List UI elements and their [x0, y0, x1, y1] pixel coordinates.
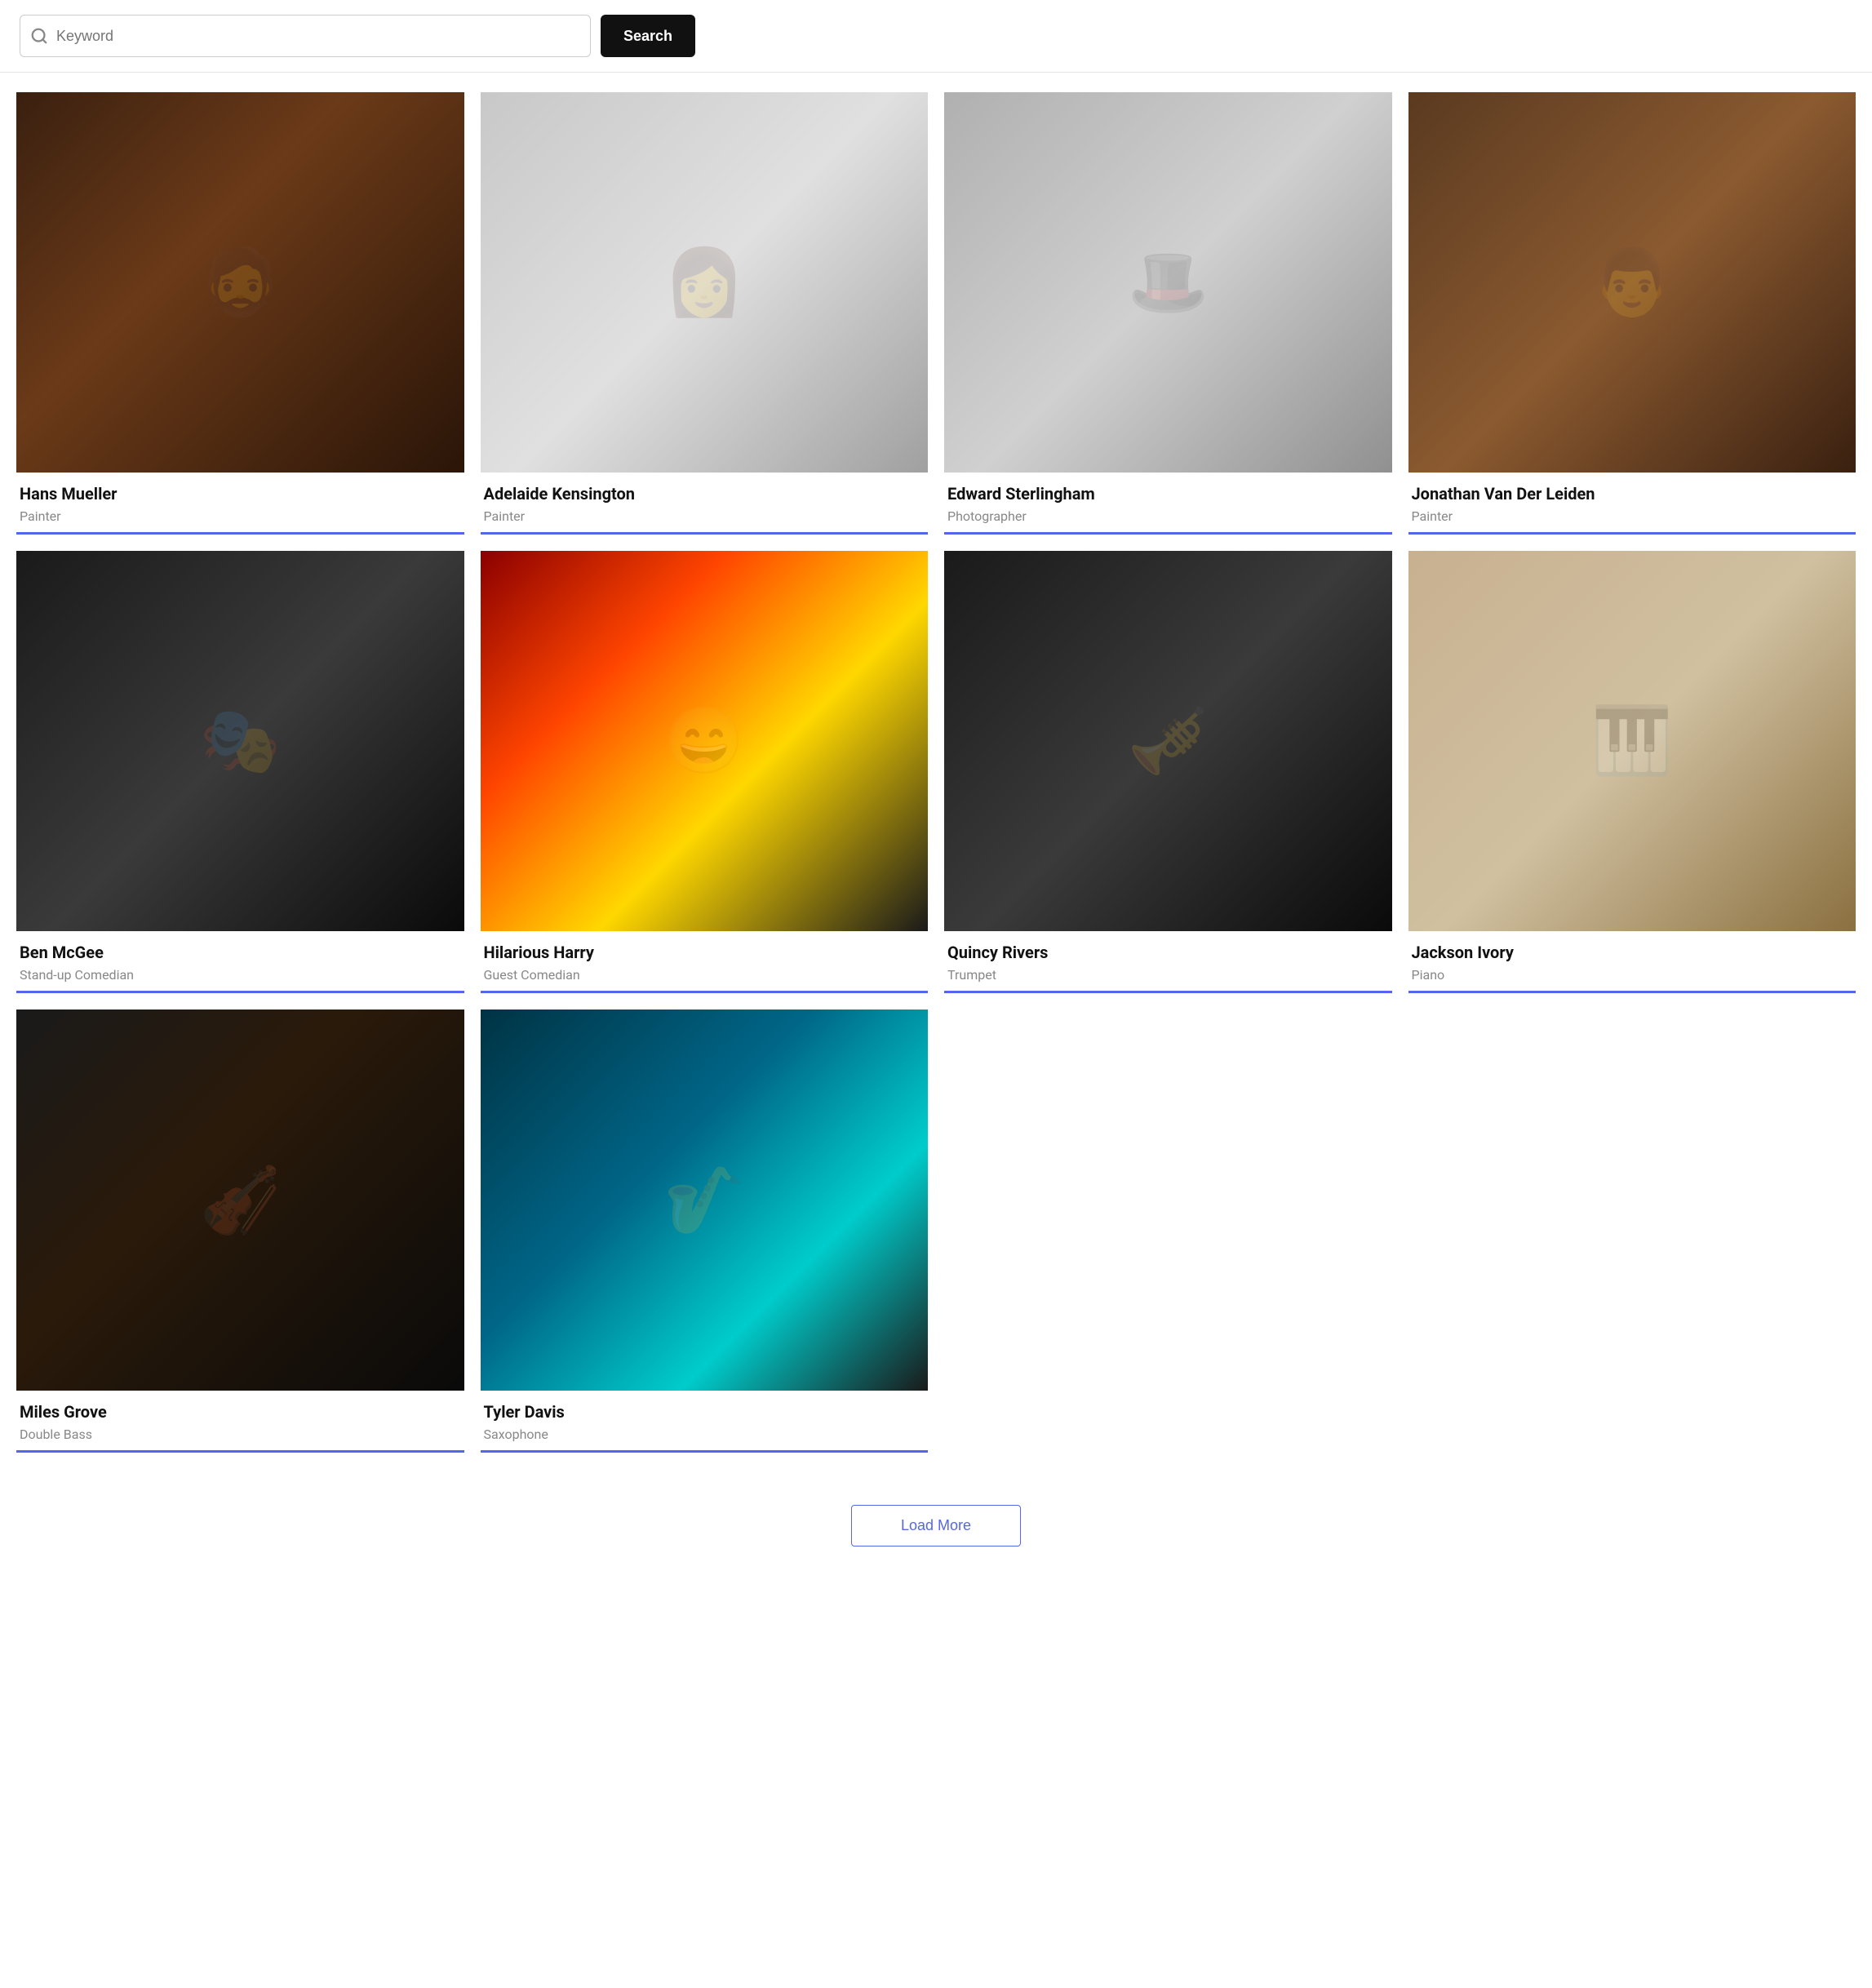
- card-role-jackson-ivory: Piano: [1412, 967, 1853, 983]
- search-bar: Search: [0, 0, 1872, 73]
- card-role-quincy-rivers: Trumpet: [947, 967, 1389, 983]
- card-body-ben-mcgee: Ben McGee Stand-up Comedian: [16, 931, 464, 993]
- card-body-jackson-ivory: Jackson Ivory Piano: [1408, 931, 1856, 993]
- card-jonathan-van-der-leiden[interactable]: 👨 Jonathan Van Der Leiden Painter: [1408, 92, 1856, 535]
- card-image-jackson-ivory: 🎹: [1408, 551, 1856, 931]
- card-role-edward-sterlingham: Photographer: [947, 508, 1389, 524]
- card-image-hans-mueller: 🧔: [16, 92, 464, 473]
- card-image-jonathan-van-der-leiden: 👨: [1408, 92, 1856, 473]
- card-image-quincy-rivers: 🎺: [944, 551, 1392, 931]
- card-hans-mueller[interactable]: 🧔 Hans Mueller Painter: [16, 92, 464, 535]
- card-name-miles-grove: Miles Grove: [20, 1402, 461, 1422]
- card-body-adelaide-kensington: Adelaide Kensington Painter: [481, 473, 929, 535]
- card-role-hilarious-harry: Guest Comedian: [484, 967, 925, 983]
- card-body-edward-sterlingham: Edward Sterlingham Photographer: [944, 473, 1392, 535]
- card-miles-grove[interactable]: 🎻 Miles Grove Double Bass: [16, 1010, 464, 1452]
- card-image-edward-sterlingham: 🎩: [944, 92, 1392, 473]
- card-edward-sterlingham[interactable]: 🎩 Edward Sterlingham Photographer: [944, 92, 1392, 535]
- card-role-miles-grove: Double Bass: [20, 1427, 461, 1442]
- card-image-adelaide-kensington: 👩: [481, 92, 929, 473]
- search-input-wrapper: [20, 15, 591, 57]
- card-jackson-ivory[interactable]: 🎹 Jackson Ivory Piano: [1408, 551, 1856, 993]
- card-name-jonathan-van-der-leiden: Jonathan Van Der Leiden: [1412, 484, 1853, 504]
- card-name-tyler-davis: Tyler Davis: [484, 1402, 925, 1422]
- card-role-jonathan-van-der-leiden: Painter: [1412, 508, 1853, 524]
- card-name-adelaide-kensington: Adelaide Kensington: [484, 484, 925, 504]
- card-body-hans-mueller: Hans Mueller Painter: [16, 473, 464, 535]
- card-name-jackson-ivory: Jackson Ivory: [1412, 943, 1853, 962]
- card-hilarious-harry[interactable]: 😄 Hilarious Harry Guest Comedian: [481, 551, 929, 993]
- card-body-hilarious-harry: Hilarious Harry Guest Comedian: [481, 931, 929, 993]
- card-image-ben-mcgee: 🎭: [16, 551, 464, 931]
- card-role-adelaide-kensington: Painter: [484, 508, 925, 524]
- card-role-hans-mueller: Painter: [20, 508, 461, 524]
- card-body-tyler-davis: Tyler Davis Saxophone: [481, 1391, 929, 1453]
- card-ben-mcgee[interactable]: 🎭 Ben McGee Stand-up Comedian: [16, 551, 464, 993]
- card-image-tyler-davis: 🎷: [481, 1010, 929, 1390]
- card-quincy-rivers[interactable]: 🎺 Quincy Rivers Trumpet: [944, 551, 1392, 993]
- search-input[interactable]: [56, 28, 580, 45]
- card-image-miles-grove: 🎻: [16, 1010, 464, 1390]
- card-name-ben-mcgee: Ben McGee: [20, 943, 461, 962]
- card-image-hilarious-harry: 😄: [481, 551, 929, 931]
- search-button[interactable]: Search: [601, 15, 695, 57]
- card-body-quincy-rivers: Quincy Rivers Trumpet: [944, 931, 1392, 993]
- card-tyler-davis[interactable]: 🎷 Tyler Davis Saxophone: [481, 1010, 929, 1452]
- card-grid: 🧔 Hans Mueller Painter 👩 Adelaide Kensin…: [0, 73, 1872, 1472]
- card-name-edward-sterlingham: Edward Sterlingham: [947, 484, 1389, 504]
- card-name-quincy-rivers: Quincy Rivers: [947, 943, 1389, 962]
- load-more-container: Load More: [0, 1472, 1872, 1595]
- card-adelaide-kensington[interactable]: 👩 Adelaide Kensington Painter: [481, 92, 929, 535]
- card-name-hilarious-harry: Hilarious Harry: [484, 943, 925, 962]
- card-role-ben-mcgee: Stand-up Comedian: [20, 967, 461, 983]
- card-body-miles-grove: Miles Grove Double Bass: [16, 1391, 464, 1453]
- card-role-tyler-davis: Saxophone: [484, 1427, 925, 1442]
- search-icon: [30, 27, 48, 45]
- card-name-hans-mueller: Hans Mueller: [20, 484, 461, 504]
- card-body-jonathan-van-der-leiden: Jonathan Van Der Leiden Painter: [1408, 473, 1856, 535]
- load-more-button[interactable]: Load More: [851, 1505, 1021, 1546]
